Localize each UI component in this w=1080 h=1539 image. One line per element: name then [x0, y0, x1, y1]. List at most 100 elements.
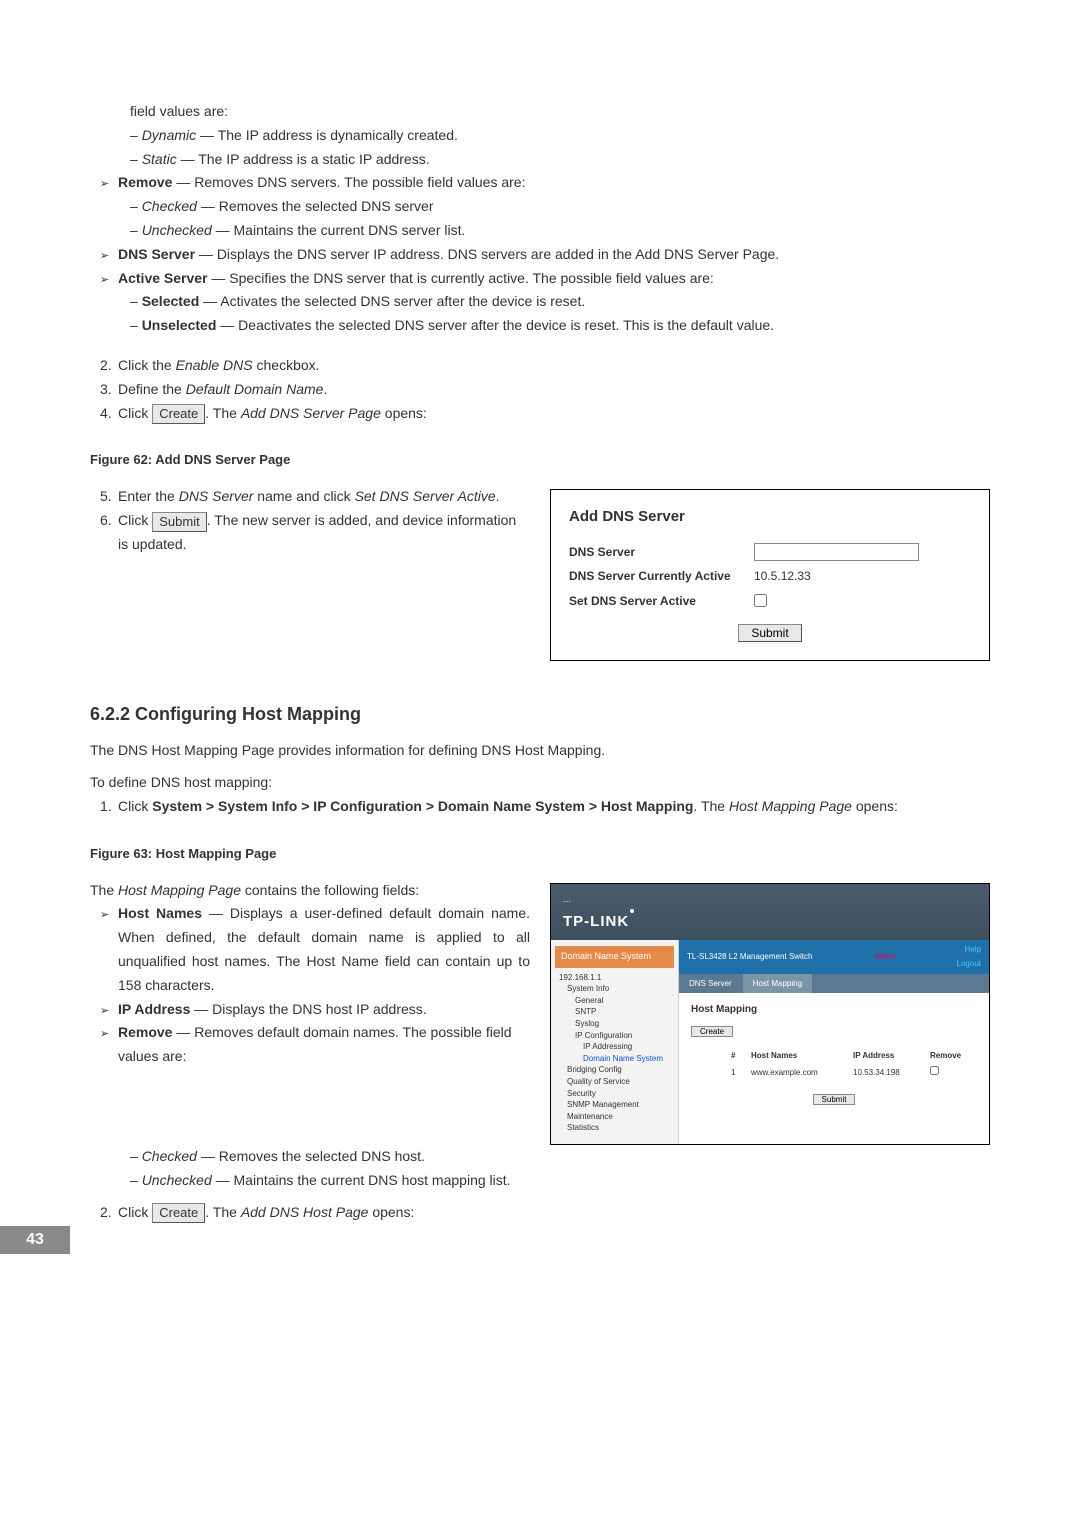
text: . The: [693, 798, 729, 814]
text: — Maintains the current DNS host mapping…: [212, 1172, 511, 1188]
text: contains the following fields:: [241, 882, 419, 898]
dash: –: [130, 151, 142, 167]
text: Enter the: [118, 488, 179, 504]
tab-host-mapping[interactable]: Host Mapping: [743, 974, 812, 994]
add-dns-server-panel: Add DNS Server DNS Server DNS Server Cur…: [550, 489, 990, 660]
page-number: 43: [0, 1226, 70, 1254]
submit-button[interactable]: Submit: [813, 1094, 856, 1105]
dash: –: [130, 1172, 142, 1188]
text: opens:: [368, 1204, 414, 1220]
text: — Removes DNS servers. The possible fiel…: [172, 174, 525, 190]
screenshot-header: ⋯ TP-LINK: [551, 884, 989, 941]
dash: –: [130, 1148, 142, 1164]
create-button[interactable]: Create: [691, 1026, 733, 1037]
text: — Displays the DNS host IP address.: [190, 1001, 426, 1017]
text: opens:: [381, 405, 427, 421]
term: Add DNS Host Page: [241, 1204, 369, 1220]
list-item: Remove — Removes default domain names. T…: [100, 1021, 530, 1069]
step-number: 2.: [100, 1201, 112, 1225]
step-item: 3. Define the Default Domain Name.: [100, 378, 990, 402]
dns-server-input[interactable]: [754, 543, 919, 561]
text: — Deactivates the selected DNS server af…: [216, 317, 774, 333]
field-value: 10.5.12.33: [754, 566, 811, 586]
list-item: – Selected — Activates the selected DNS …: [130, 290, 990, 314]
paragraph: The DNS Host Mapping Page provides infor…: [90, 739, 990, 763]
brand-icon: ⋯: [563, 897, 571, 906]
tree-node-snmp[interactable]: SNMP Management: [559, 1099, 672, 1111]
tree-node-maint[interactable]: Maintenance: [559, 1111, 672, 1123]
cell-num: 1: [731, 1066, 739, 1080]
field-label: DNS Server Currently Active: [569, 566, 754, 586]
term: Remove: [118, 1024, 172, 1040]
help-link[interactable]: HelpLogout: [957, 943, 981, 970]
about-link[interactable]: About: [874, 950, 895, 964]
term: Checked: [142, 1148, 197, 1164]
text: The: [90, 882, 118, 898]
step-number: 6.: [100, 509, 112, 533]
step-item: 6. Click Submit. The new server is added…: [100, 509, 530, 557]
term: Static: [142, 151, 177, 167]
text: — Removes the selected DNS host.: [197, 1148, 425, 1164]
text: — Maintains the current DNS server list.: [212, 222, 466, 238]
list-item: DNS Server — Displays the DNS server IP …: [100, 243, 990, 267]
tree-node-qos[interactable]: Quality of Service: [559, 1076, 672, 1088]
tree-node-ipconf[interactable]: IP Configuration: [559, 1030, 672, 1042]
tree-node-sntp[interactable]: SNTP: [559, 1006, 672, 1018]
step-number: 4.: [100, 402, 112, 426]
tree-node-stats[interactable]: Statistics: [559, 1122, 672, 1134]
step-item: 2. Click the Enable DNS checkbox.: [100, 354, 990, 378]
dash: –: [130, 198, 142, 214]
create-button[interactable]: Create: [152, 404, 205, 424]
list-item: – Unchecked — Maintains the current DNS …: [130, 1169, 990, 1193]
term: Unchecked: [142, 1172, 212, 1188]
list-item: – Unselected — Deactivates the selected …: [130, 314, 990, 338]
text: .: [323, 381, 327, 397]
text: Click: [118, 405, 152, 421]
list-item: – Checked — Removes the selected DNS ser…: [130, 195, 990, 219]
field-label: Set DNS Server Active: [569, 591, 754, 611]
term: Active Server: [118, 270, 208, 286]
tree-node-security[interactable]: Security: [559, 1088, 672, 1100]
figure-caption: Figure 62: Add DNS Server Page: [90, 449, 990, 471]
term: Add DNS Server Page: [241, 405, 381, 421]
submit-button[interactable]: Submit: [152, 512, 206, 532]
text: Click: [118, 798, 152, 814]
term: DNS Server: [179, 488, 254, 504]
step-item: 5. Enter the DNS Server name and click S…: [100, 485, 530, 509]
list-item: Remove — Removes DNS servers. The possib…: [100, 171, 990, 195]
create-button[interactable]: Create: [152, 1203, 205, 1223]
term: DNS Server: [118, 246, 195, 262]
term: Unselected: [142, 317, 217, 333]
submit-button[interactable]: Submit: [738, 624, 801, 642]
set-active-checkbox[interactable]: [754, 594, 767, 607]
text: name and click: [253, 488, 354, 504]
text: checkbox.: [253, 357, 320, 373]
tree-node-syslog[interactable]: Syslog: [559, 1018, 672, 1030]
tree-node-general[interactable]: General: [559, 995, 672, 1007]
term: Host Names: [118, 905, 202, 921]
text: Define the: [118, 381, 186, 397]
step-item: 2. Click Create. The Add DNS Host Page o…: [100, 1201, 990, 1225]
tree-node-root[interactable]: 192.168.1.1: [559, 972, 672, 984]
section-heading: 6.2.2 Configuring Host Mapping: [90, 699, 990, 730]
dash: –: [130, 317, 142, 333]
term: Host Mapping Page: [118, 882, 241, 898]
tree-node-bridging[interactable]: Bridging Config: [559, 1064, 672, 1076]
column-left: The Host Mapping Page contains the follo…: [90, 879, 530, 1145]
cell-ip: 10.53.34.198: [853, 1066, 918, 1080]
brand-dot-icon: [630, 909, 634, 913]
host-mapping-screenshot: ⋯ TP-LINK Domain Name System 192.168.1.1…: [550, 883, 990, 1145]
step-item: 1. Click System > System Info > IP Confi…: [100, 795, 990, 819]
tree-node-dns[interactable]: Domain Name System: [559, 1053, 672, 1065]
tree-node-sysinfo[interactable]: System Info: [559, 983, 672, 995]
figure-caption: Figure 63: Host Mapping Page: [90, 843, 990, 865]
text: — The IP address is dynamically created.: [196, 127, 458, 143]
tree-node-ipaddr[interactable]: IP Addressing: [559, 1041, 672, 1053]
remove-checkbox[interactable]: [930, 1066, 939, 1075]
path: System > System Info > IP Configuration …: [152, 798, 693, 814]
tab-dns-server[interactable]: DNS Server: [679, 974, 742, 994]
step-item: 4. Click Create. The Add DNS Server Page…: [100, 402, 990, 426]
list-item: Host Names — Displays a user-defined def…: [100, 902, 530, 997]
term: IP Address: [118, 1001, 190, 1017]
table-header: # Host Names IP Address Remove: [731, 1049, 977, 1063]
